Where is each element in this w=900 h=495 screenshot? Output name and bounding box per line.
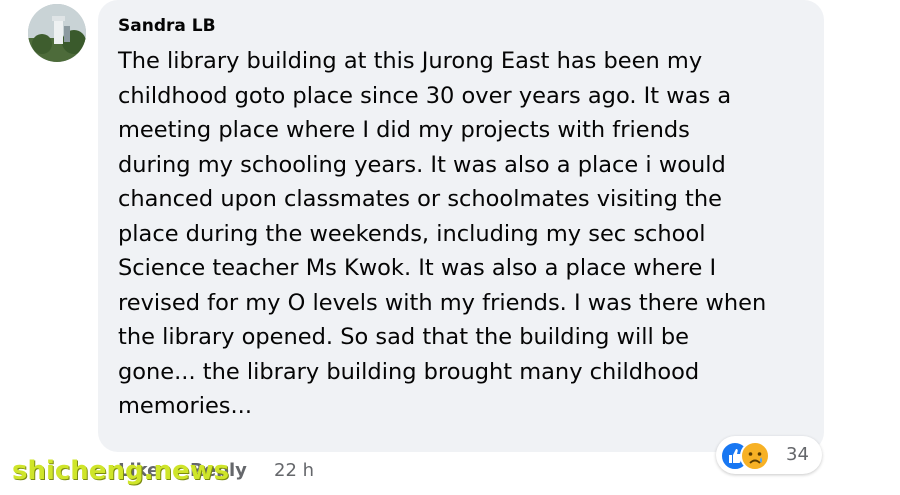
comment-line: meeting place where I did my projects wi… bbox=[118, 117, 690, 143]
comment-line: childhood goto place since 30 over years… bbox=[118, 82, 732, 109]
comment-text: The library building at this Jurong East… bbox=[118, 44, 818, 424]
comment-line: Science teacher Ms Kwok. It was also a p… bbox=[118, 255, 717, 281]
avatar-image bbox=[28, 4, 86, 62]
watermark: shicheng.news bbox=[12, 456, 230, 486]
comment-line: The library building at this Jurong East… bbox=[118, 48, 703, 74]
comment-line: place during the weekends, including my … bbox=[118, 220, 706, 247]
comment-line: chanced upon classmates or schoolmates v… bbox=[118, 186, 722, 212]
comment-timestamp[interactable]: 22 h bbox=[274, 458, 314, 484]
reaction-count: 34 bbox=[786, 444, 809, 465]
comment-line: the library opened. So sad that the buil… bbox=[118, 324, 689, 350]
comment-line: revised for my O levels with my friends.… bbox=[118, 289, 767, 316]
avatar[interactable] bbox=[28, 4, 86, 62]
comment-line: during my schooling years. It was also a… bbox=[118, 151, 726, 178]
sad-icon bbox=[740, 441, 770, 471]
reactions-summary[interactable]: 34 bbox=[716, 436, 822, 474]
comment-author[interactable]: Sandra LB bbox=[118, 16, 216, 36]
comment-line: memories... bbox=[118, 393, 252, 419]
comment-line: gone... the library building brought man… bbox=[118, 358, 700, 385]
